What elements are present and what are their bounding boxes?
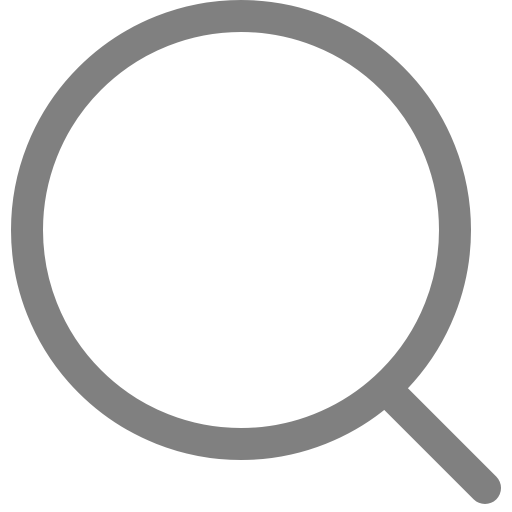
magnifier-lens	[11, 0, 471, 460]
search-icon	[0, 0, 512, 512]
magnifier-handle	[377, 380, 501, 504]
magnifier-glyph	[11, 0, 501, 504]
